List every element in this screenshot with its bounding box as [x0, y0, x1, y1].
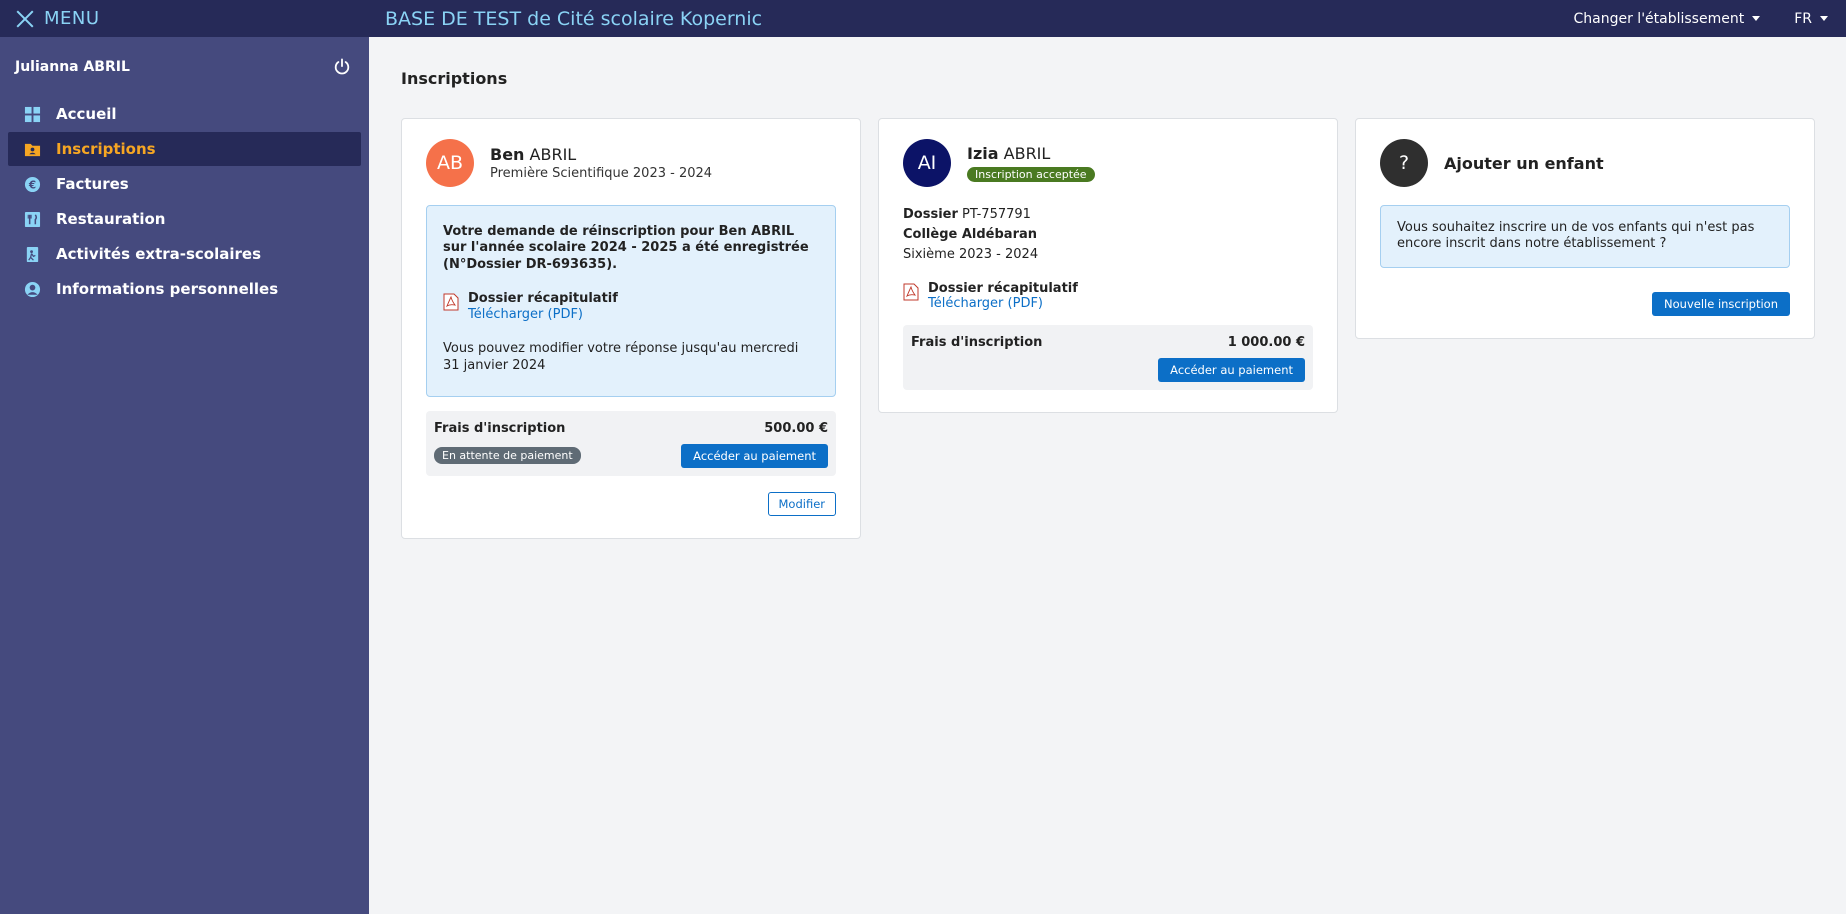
person-icon [23, 280, 41, 298]
child-first-name: Ben [490, 145, 525, 164]
fee-amount: 1 000.00 € [1227, 335, 1305, 351]
new-inscription-button[interactable]: Nouvelle inscription [1652, 291, 1790, 316]
fee-label: Frais d'inscription [434, 420, 566, 436]
sidebar-item-informations[interactable]: Informations personnelles [8, 272, 361, 306]
download-pdf-link[interactable]: Télécharger (PDF) [468, 307, 618, 323]
child-name: Izia ABRIL [967, 144, 1095, 163]
add-child-info-box: Vous souhaitez inscrire un de vos enfant… [1380, 205, 1790, 268]
school-name: Collège Aldébaran [903, 227, 1038, 243]
sidebar-item-factures[interactable]: € Factures [8, 167, 361, 201]
fee-amount: 500.00 € [764, 420, 828, 436]
child-header: AB Ben ABRIL Première Scientifique 2023 … [426, 139, 836, 187]
restaurant-icon [23, 210, 41, 228]
folder-user-icon [23, 140, 41, 158]
main-content: Inscriptions AB Ben ABRIL Première Scien… [369, 37, 1846, 914]
document-row: Dossier récapitulatif Télécharger (PDF) [903, 281, 1313, 311]
child-class: Sixième 2023 - 2024 [903, 247, 1039, 263]
file-label: Dossier [903, 207, 958, 222]
user-row: Julianna ABRIL [0, 37, 369, 97]
sidebar-item-label: Restauration [56, 210, 166, 228]
child-card-izia: AI Izia ABRIL Inscription acceptée Dossi… [878, 118, 1338, 414]
sidebar-item-label: Accueil [56, 105, 117, 123]
child-card-ben: AB Ben ABRIL Première Scientifique 2023 … [401, 118, 861, 539]
power-icon[interactable] [333, 58, 351, 76]
page-title: Inscriptions [401, 69, 508, 88]
reinscription-info-box: Votre demande de réinscription pour Ben … [426, 205, 836, 397]
payment-status-badge: En attente de paiement [434, 447, 581, 465]
topbar-right: Changer l'établissement FR [1574, 11, 1846, 27]
dashboard-icon [23, 105, 41, 123]
avatar: AB [426, 139, 474, 187]
caret-down-icon [1752, 16, 1761, 21]
document-title: Dossier récapitulatif [928, 281, 1078, 297]
sidebar-item-label: Informations personnelles [56, 280, 279, 298]
user-name: Julianna ABRIL [15, 59, 130, 75]
pay-button[interactable]: Accéder au paiement [1158, 358, 1305, 383]
child-class: Première Scientifique 2023 - 2024 [490, 166, 713, 181]
child-first-name: Izia [967, 144, 999, 163]
child-last-name: ABRIL [529, 145, 577, 164]
child-name: Ben ABRIL [490, 145, 712, 164]
sidebar-item-label: Factures [56, 175, 129, 193]
fee-label: Frais d'inscription [911, 335, 1043, 351]
question-icon: ? [1380, 139, 1428, 187]
menu-label: MENU [44, 8, 100, 29]
add-child-header: ? Ajouter un enfant [1380, 139, 1790, 187]
modification-deadline-note: Vous pouvez modifier votre réponse jusqu… [443, 341, 799, 373]
file-number: PT-757791 [962, 207, 1031, 222]
avatar: AI [903, 139, 951, 187]
activity-icon [23, 245, 41, 263]
reinscription-message: Votre demande de réinscription pour Ben … [443, 224, 809, 272]
sidebar: MENU Julianna ABRIL Accueil Inscriptions… [0, 0, 369, 914]
add-child-card: ? Ajouter un enfant Vous souhaitez inscr… [1355, 118, 1815, 339]
document-title: Dossier récapitulatif [468, 290, 618, 306]
pay-button[interactable]: Accéder au paiement [681, 443, 828, 468]
sidebar-item-accueil[interactable]: Accueil [8, 97, 361, 131]
sidebar-item-label: Activités extra-scolaires [56, 245, 262, 263]
change-school-label: Changer l'établissement [1573, 10, 1745, 27]
status-badge: Inscription acceptée [967, 167, 1095, 182]
language-dropdown[interactable]: FR [1794, 11, 1828, 27]
pdf-icon [903, 283, 919, 301]
change-school-dropdown[interactable]: Changer l'établissement [1574, 11, 1761, 27]
child-last-name: ABRIL [1003, 144, 1051, 163]
download-pdf-link[interactable]: Télécharger (PDF) [928, 296, 1078, 311]
euro-coin-icon: € [23, 175, 41, 193]
sidebar-item-restauration[interactable]: Restauration [8, 202, 361, 236]
sidebar-item-label: Inscriptions [56, 140, 156, 158]
child-header: AI Izia ABRIL Inscription acceptée [903, 139, 1313, 187]
sidebar-item-activites[interactable]: Activités extra-scolaires [8, 237, 361, 271]
cards-row: AB Ben ABRIL Première Scientifique 2023 … [401, 118, 1815, 539]
caret-down-icon [1820, 16, 1828, 21]
fee-box: Frais d'inscription 500.00 € En attente … [426, 410, 836, 476]
file-info: Dossier PT-757791 Collège Aldébaran Sixi… [903, 205, 1313, 265]
svg-text:€: € [27, 179, 35, 191]
sidebar-nav: Accueil Inscriptions € Factures Restaura… [0, 97, 369, 306]
modify-button[interactable]: Modifier [767, 491, 836, 516]
pdf-icon [443, 293, 459, 311]
app-title: BASE DE TEST de Cité scolaire Kopernic [385, 7, 763, 30]
add-child-title: Ajouter un enfant [1444, 153, 1604, 173]
menu-toggle[interactable]: MENU [0, 0, 369, 37]
topbar: BASE DE TEST de Cité scolaire Kopernic C… [369, 0, 1846, 37]
fee-box: Frais d'inscription 1 000.00 € Accéder a… [903, 325, 1313, 391]
sidebar-item-inscriptions[interactable]: Inscriptions [8, 132, 361, 166]
language-label: FR [1794, 10, 1812, 27]
close-icon[interactable] [16, 10, 34, 28]
document-row: Dossier récapitulatif Télécharger (PDF) [443, 291, 819, 324]
